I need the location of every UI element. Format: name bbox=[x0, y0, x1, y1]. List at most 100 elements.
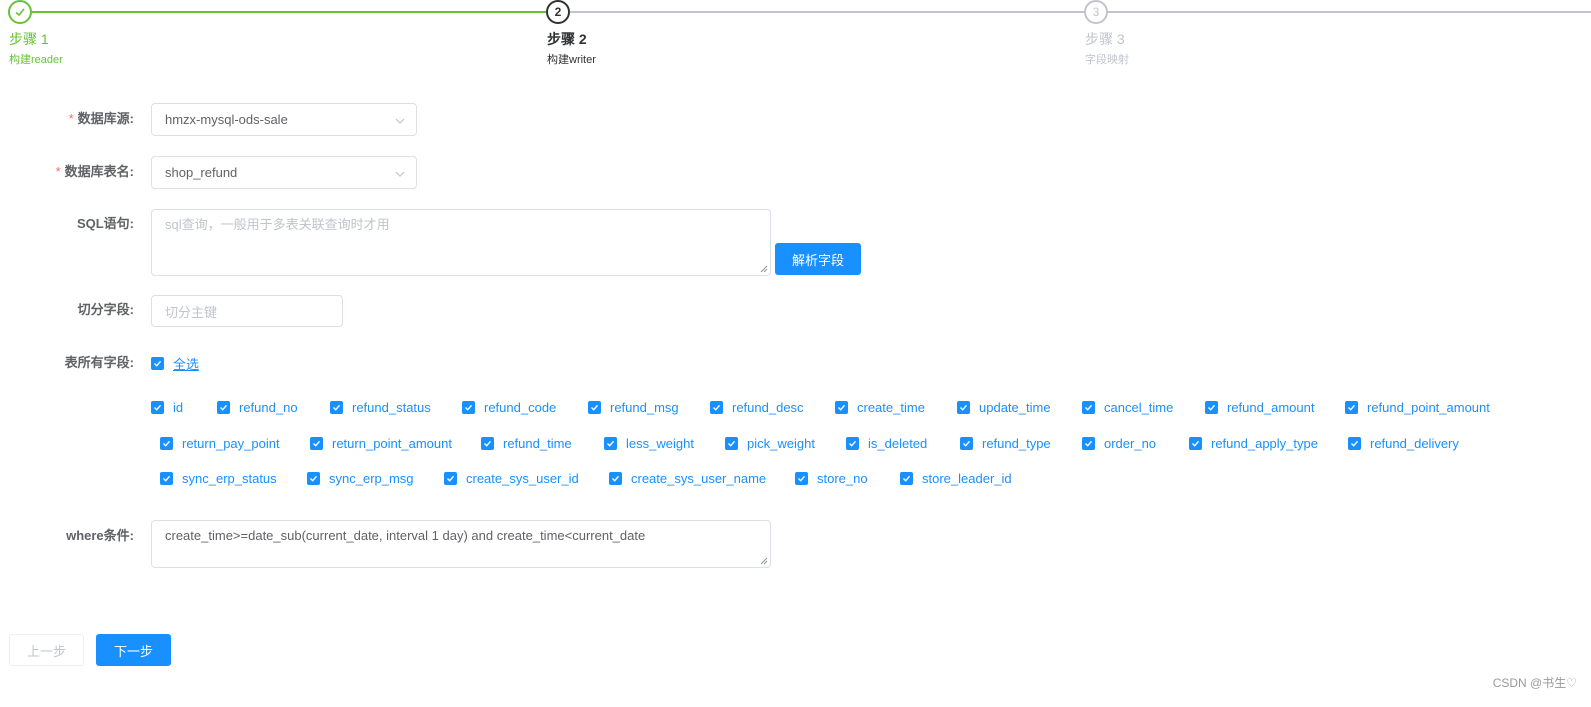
checkbox-checked-icon bbox=[307, 472, 320, 485]
checkbox-checked-icon bbox=[481, 437, 494, 450]
resize-handle-icon[interactable] bbox=[760, 265, 768, 273]
field-checkbox-refund-status[interactable]: refund_status bbox=[330, 400, 431, 415]
step-1-desc: 构建reader bbox=[9, 54, 63, 66]
field-label: refund_point_amount bbox=[1367, 400, 1490, 415]
field-checkbox-update-time[interactable]: update_time bbox=[957, 400, 1051, 415]
field-checkbox-sync-erp-msg[interactable]: sync_erp_msg bbox=[307, 471, 414, 486]
field-checkbox-id[interactable]: id bbox=[151, 400, 183, 415]
required-mark: * bbox=[55, 164, 61, 179]
resize-handle-icon[interactable] bbox=[760, 557, 768, 565]
field-checkbox-cancel-time[interactable]: cancel_time bbox=[1082, 400, 1173, 415]
field-checkbox-refund-apply-type[interactable]: refund_apply_type bbox=[1189, 436, 1318, 451]
field-label: id bbox=[173, 400, 184, 415]
checkbox-checked-icon bbox=[960, 437, 973, 450]
checkbox-checked-icon bbox=[846, 437, 859, 450]
field-label: store_no bbox=[817, 471, 868, 486]
field-checkbox-store-leader-id[interactable]: store_leader_id bbox=[900, 471, 1012, 486]
required-mark: * bbox=[68, 111, 74, 126]
field-label: refund_delivery bbox=[1370, 436, 1459, 451]
field-label: cancel_time bbox=[1104, 400, 1174, 415]
step-connector-1 bbox=[32, 11, 546, 13]
field-checkbox-store-no[interactable]: store_no bbox=[795, 471, 868, 486]
field-checkbox-refund-no[interactable]: refund_no bbox=[217, 400, 298, 415]
field-checkbox-create-sys-user-id[interactable]: create_sys_user_id bbox=[444, 471, 579, 486]
step-1-check-icon bbox=[8, 0, 32, 24]
checkbox-checked-icon bbox=[1205, 401, 1218, 414]
datasource-select[interactable]: hmzx-mysql-ods-sale bbox=[151, 103, 417, 136]
checkbox-checked-icon bbox=[835, 401, 848, 414]
step-2-title: 步骤 2 bbox=[547, 31, 587, 47]
field-label: return_point_amount bbox=[332, 436, 452, 451]
sql-placeholder: sql查询，一般用于多表关联查询时才用 bbox=[165, 217, 390, 232]
steps-bar: 步骤 1 构建reader 2 步骤 2 构建writer 3 步骤 3 字段映… bbox=[0, 0, 1591, 80]
checkbox-checked-icon bbox=[151, 401, 164, 414]
checkbox-checked-icon bbox=[1348, 437, 1361, 450]
field-label: refund_code bbox=[484, 400, 557, 415]
checkbox-checked-icon bbox=[330, 401, 343, 414]
field-label: create_time bbox=[857, 400, 925, 415]
step-1-title: 步骤 1 bbox=[9, 31, 49, 47]
sql-textarea[interactable]: sql查询，一般用于多表关联查询时才用 bbox=[151, 209, 771, 276]
field-label: order_no bbox=[1104, 436, 1157, 451]
field-checkbox-pick-weight[interactable]: pick_weight bbox=[725, 436, 815, 451]
field-checkbox-return-point-amount[interactable]: return_point_amount bbox=[310, 436, 452, 451]
checkbox-checked-icon bbox=[151, 357, 164, 370]
field-label: refund_no bbox=[239, 400, 298, 415]
where-textarea[interactable]: create_time>=date_sub(current_date, inte… bbox=[151, 520, 771, 568]
field-checkbox-create-sys-user-name[interactable]: create_sys_user_name bbox=[609, 471, 766, 486]
field-label: sync_erp_status bbox=[182, 471, 277, 486]
field-checkbox-sync-erp-status[interactable]: sync_erp_status bbox=[160, 471, 277, 486]
field-checkbox-refund-time[interactable]: refund_time bbox=[481, 436, 572, 451]
checkbox-checked-icon bbox=[609, 472, 622, 485]
checkbox-checked-icon bbox=[900, 472, 913, 485]
field-label: refund_desc bbox=[732, 400, 804, 415]
next-step-button[interactable]: 下一步 bbox=[96, 634, 171, 666]
field-checkbox-create-time[interactable]: create_time bbox=[835, 400, 925, 415]
split-placeholder: 切分主键 bbox=[165, 304, 218, 320]
checkbox-checked-icon bbox=[795, 472, 808, 485]
step-2-number: 2 bbox=[546, 0, 570, 24]
field-checkbox-order-no[interactable]: order_no bbox=[1082, 436, 1156, 451]
checkbox-checked-icon bbox=[217, 401, 230, 414]
field-label: refund_type bbox=[982, 436, 1051, 451]
where-label: where条件: bbox=[66, 528, 134, 543]
step-3-number: 3 bbox=[1084, 0, 1108, 24]
table-select[interactable]: shop_refund bbox=[151, 156, 417, 189]
checkbox-checked-icon bbox=[1345, 401, 1358, 414]
checkbox-checked-icon bbox=[1082, 401, 1095, 414]
checkbox-checked-icon bbox=[1189, 437, 1202, 450]
field-label: refund_status bbox=[352, 400, 431, 415]
checkbox-checked-icon bbox=[957, 401, 970, 414]
prev-step-button[interactable]: 上一步 bbox=[9, 634, 84, 666]
chevron-down-icon bbox=[395, 118, 405, 124]
field-label: update_time bbox=[979, 400, 1051, 415]
field-label: refund_apply_type bbox=[1211, 436, 1318, 451]
field-checkbox-is-deleted[interactable]: is_deleted bbox=[846, 436, 927, 451]
fields-label: 表所有字段: bbox=[64, 355, 134, 370]
field-checkbox-refund-desc[interactable]: refund_desc bbox=[710, 400, 804, 415]
checkbox-checked-icon bbox=[310, 437, 323, 450]
chevron-down-icon bbox=[395, 171, 405, 177]
step-connector-3 bbox=[1108, 11, 1591, 13]
field-checkbox-refund-amount[interactable]: refund_amount bbox=[1205, 400, 1314, 415]
where-value: create_time>=date_sub(current_date, inte… bbox=[165, 528, 646, 543]
field-label: pick_weight bbox=[747, 436, 815, 451]
parse-fields-button[interactable]: 解析字段 bbox=[775, 243, 861, 275]
select-all-checkbox[interactable]: 全选 bbox=[151, 354, 199, 373]
field-label: create_sys_user_id bbox=[466, 471, 579, 486]
checkbox-checked-icon bbox=[604, 437, 617, 450]
field-checkbox-refund-type[interactable]: refund_type bbox=[960, 436, 1051, 451]
field-checkbox-return-pay-point[interactable]: return_pay_point bbox=[160, 436, 280, 451]
field-label: refund_msg bbox=[610, 400, 679, 415]
split-input[interactable]: 切分主键 bbox=[151, 295, 343, 327]
step-2-desc: 构建writer bbox=[547, 54, 596, 66]
field-checkbox-refund-code[interactable]: refund_code bbox=[462, 400, 556, 415]
datasource-label: * 数据库源: bbox=[68, 111, 134, 126]
field-checkbox-refund-msg[interactable]: refund_msg bbox=[588, 400, 679, 415]
field-label: less_weight bbox=[626, 436, 694, 451]
field-label: store_leader_id bbox=[922, 471, 1012, 486]
field-checkbox-refund-delivery[interactable]: refund_delivery bbox=[1348, 436, 1459, 451]
field-checkbox-refund-point-amount[interactable]: refund_point_amount bbox=[1345, 400, 1490, 415]
field-checkbox-less-weight[interactable]: less_weight bbox=[604, 436, 694, 451]
split-label: 切分字段: bbox=[77, 302, 134, 317]
